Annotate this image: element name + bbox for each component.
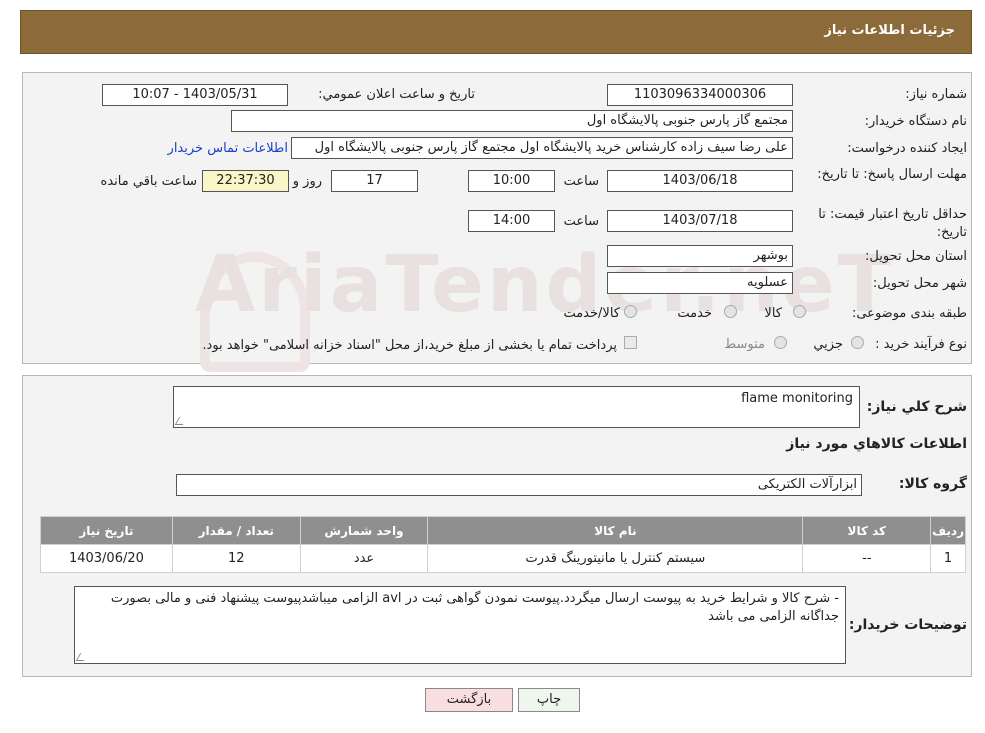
- remaining-label: ساعت باقي مانده: [100, 174, 197, 189]
- back-button[interactable]: بازگشت: [425, 688, 513, 712]
- validity-time-label: ساعت: [563, 214, 599, 229]
- process-radio-medium[interactable]: [774, 336, 787, 349]
- announce-field: 1403/05/31 - 10:07: [102, 84, 288, 106]
- deadline-label: مهلت ارسال پاسخ: تا تاريخ:: [817, 167, 967, 182]
- summary-label: شرح كلي نياز:: [866, 399, 967, 415]
- category-label: طبقه بندی موضوعی:: [851, 306, 967, 321]
- category-option-service: خدمت: [677, 306, 712, 321]
- category-radio-goods-service[interactable]: [624, 305, 637, 318]
- process-option-small: جزيي: [813, 337, 843, 352]
- buyer-org-label: نام دستگاه خريدار:: [864, 114, 967, 129]
- announce-label: تاریخ و ساعت اعلان عمومي:: [318, 87, 475, 102]
- group-field: ابزارآلات الکتریکی: [176, 474, 862, 496]
- page-header: جزئیات اطلاعات نیاز: [20, 10, 972, 54]
- city-field: عسلويه: [607, 272, 793, 294]
- items-table: رديف كد كالا نام كالا واحد شمارش تعداد /…: [40, 516, 966, 573]
- process-label: نوع فرآيند خريد :: [875, 337, 967, 352]
- print-button[interactable]: چاپ: [518, 688, 580, 712]
- deadline-time-field: 10:00: [468, 170, 555, 192]
- process-note: پرداخت تمام يا بخشی از مبلغ خريد،از محل …: [202, 338, 617, 353]
- cell-code: --: [802, 544, 932, 573]
- cell-date: 1403/06/20: [40, 544, 173, 573]
- col-date: تاريخ نياز: [40, 516, 173, 545]
- buyer-notes-text: - شرح کالا و شرایط خرید به پیوست ارسال م…: [110, 591, 839, 624]
- items-heading: اطلاعات كالاهاي مورد نياز: [786, 436, 967, 452]
- buyer-org-field: مجتمع گاز پارس جنوبی پالایشگاه اول: [231, 110, 793, 132]
- deadline-time-label: ساعت: [563, 174, 599, 189]
- deadline-date-field: 1403/06/18: [607, 170, 793, 192]
- buyer-contact-link[interactable]: اطلاعات تماس خريدار: [168, 141, 288, 156]
- creator-field: علی رضا سیف زاده کارشناس خرید پالایشگاه …: [291, 137, 793, 159]
- province-field: بوشهر: [607, 245, 793, 267]
- treasury-checkbox[interactable]: [624, 336, 637, 349]
- need-number-field: 1103096334000306: [607, 84, 793, 106]
- city-label: شهر محل تحويل:: [872, 276, 967, 291]
- validity-time-field: 14:00: [468, 210, 555, 232]
- process-option-medium: متوسط: [724, 337, 765, 352]
- validity-label: حداقل تاريخ اعتبار قيمت: تا تاريخ:: [818, 207, 967, 240]
- items-table-header: رديف كد كالا نام كالا واحد شمارش تعداد /…: [40, 516, 966, 545]
- process-radio-small[interactable]: [851, 336, 864, 349]
- col-name: نام كالا: [427, 516, 804, 545]
- col-quantity: تعداد / مقدار: [171, 516, 301, 545]
- cell-quantity: 12: [171, 544, 301, 573]
- category-option-goods: کالا: [764, 306, 782, 321]
- cell-name: سیستم کنترل یا مانیتورینگ قدرت: [427, 544, 804, 573]
- col-row: رديف: [930, 516, 966, 545]
- days-field: 17: [331, 170, 418, 192]
- summary-text: flame monitoring: [741, 391, 853, 406]
- cell-row: 1: [930, 544, 966, 573]
- category-radio-service[interactable]: [724, 305, 737, 318]
- category-radio-goods[interactable]: [793, 305, 806, 318]
- col-unit: واحد شمارش: [299, 516, 429, 545]
- table-row: 1 -- سیستم کنترل یا مانیتورینگ قدرت عدد …: [40, 544, 966, 573]
- summary-textarea: flame monitoring: [173, 386, 860, 428]
- resize-grip-icon[interactable]: [174, 417, 188, 425]
- buyer-notes-label: توضيحات خريدار:: [848, 617, 967, 633]
- province-label: استان محل تحويل:: [865, 249, 967, 264]
- buyer-notes-textarea: - شرح کالا و شرایط خرید به پیوست ارسال م…: [74, 586, 846, 664]
- remaining-time-field: 22:37:30: [202, 170, 289, 192]
- cell-unit: عدد: [299, 544, 429, 573]
- group-label: گروه كالا:: [898, 476, 967, 492]
- creator-label: ايجاد كننده درخواست:: [847, 141, 967, 156]
- days-label: روز و: [292, 174, 322, 189]
- validity-date-field: 1403/07/18: [607, 210, 793, 232]
- category-option-goods-service: کالا/خدمت: [563, 306, 620, 321]
- resize-grip-icon[interactable]: [75, 653, 89, 661]
- page-title: جزئیات اطلاعات نیاز: [824, 23, 955, 38]
- col-code: كد كالا: [802, 516, 932, 545]
- need-number-label: شماره نیاز:: [905, 87, 967, 102]
